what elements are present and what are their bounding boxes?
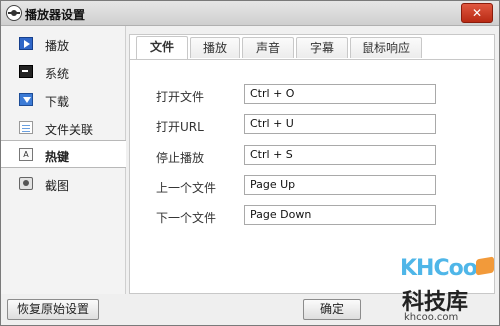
hotkey-input-next-file[interactable]: Page Down (244, 205, 436, 225)
sidebar-item-system[interactable]: 系统 (1, 58, 125, 86)
reset-defaults-button[interactable]: 恢复原始设置 (7, 299, 99, 320)
tab-file[interactable]: 文件 (136, 36, 188, 59)
tab-sound[interactable]: 声音 (242, 37, 294, 58)
tab-play[interactable]: 播放 (190, 37, 240, 58)
sidebar-item-label: 热键 (45, 150, 70, 164)
tab-label: 播放 (202, 41, 227, 55)
watermark-logo: KHCoo (400, 256, 478, 281)
tab-bar: 文件 播放 声音 字幕 鼠标响应 (130, 35, 494, 60)
hotkey-label: 打开URL (156, 120, 204, 134)
sidebar-item-label: 系统 (45, 67, 70, 81)
download-icon (19, 93, 33, 106)
close-button[interactable]: ✕ (461, 3, 493, 23)
watermark-url: khcoo.com (404, 312, 459, 323)
tab-label: 鼠标响应 (361, 41, 410, 55)
sidebar-item-play[interactable]: 播放 (1, 30, 125, 58)
settings-sidebar: 播放 系统 下载 文件关联 A 热键 截图 (1, 26, 126, 294)
watermark: KHCoo 科技库 khcoo.com (396, 250, 500, 326)
system-icon (19, 65, 33, 78)
tab-mouse-response[interactable]: 鼠标响应 (350, 37, 422, 58)
close-icon: ✕ (471, 6, 483, 20)
file-association-icon (19, 121, 33, 134)
tab-label: 字幕 (309, 41, 334, 55)
sidebar-item-label: 截图 (45, 179, 70, 193)
hotkey-input-stop[interactable]: Ctrl + S (244, 145, 436, 165)
sidebar-item-download[interactable]: 下载 (1, 86, 125, 114)
hotkey-row-next-file: 下一个文件 Page Down (130, 205, 494, 229)
hotkey-label: 上一个文件 (156, 181, 217, 195)
hotkey-label: 下一个文件 (156, 211, 217, 225)
hotkey-icon: A (19, 148, 33, 161)
hotkey-row-previous-file: 上一个文件 Page Up (130, 175, 494, 199)
hotkey-label: 打开文件 (156, 90, 205, 104)
sidebar-item-hotkey[interactable]: A 热键 (1, 140, 126, 168)
play-icon (19, 37, 33, 50)
sidebar-item-label: 播放 (45, 39, 70, 53)
sidebar-item-label: 下载 (45, 95, 70, 109)
hotkey-row-open-url: 打开URL Ctrl + U (130, 114, 494, 138)
tab-label: 声音 (255, 41, 280, 55)
title-bar[interactable]: 播放器设置 ✕ (1, 1, 499, 26)
window-title: 播放器设置 (25, 8, 86, 22)
hotkey-input-previous-file[interactable]: Page Up (244, 175, 436, 195)
screenshot-icon (19, 177, 33, 190)
sidebar-item-file-association[interactable]: 文件关联 (1, 114, 125, 142)
tab-subtitle[interactable]: 字幕 (296, 37, 348, 58)
hotkey-row-stop: 停止播放 Ctrl + S (130, 145, 494, 169)
sidebar-item-screenshot[interactable]: 截图 (1, 170, 125, 198)
app-logo-icon (6, 5, 22, 21)
ok-button[interactable]: 确定 (303, 299, 361, 320)
hotkey-input-open-file[interactable]: Ctrl + O (244, 84, 436, 104)
book-icon (476, 256, 494, 276)
tab-label: 文件 (149, 40, 174, 54)
sidebar-item-label: 文件关联 (45, 123, 94, 137)
hotkey-label: 停止播放 (156, 151, 205, 165)
hotkey-input-open-url[interactable]: Ctrl + U (244, 114, 436, 134)
hotkey-row-open-file: 打开文件 Ctrl + O (130, 84, 494, 108)
